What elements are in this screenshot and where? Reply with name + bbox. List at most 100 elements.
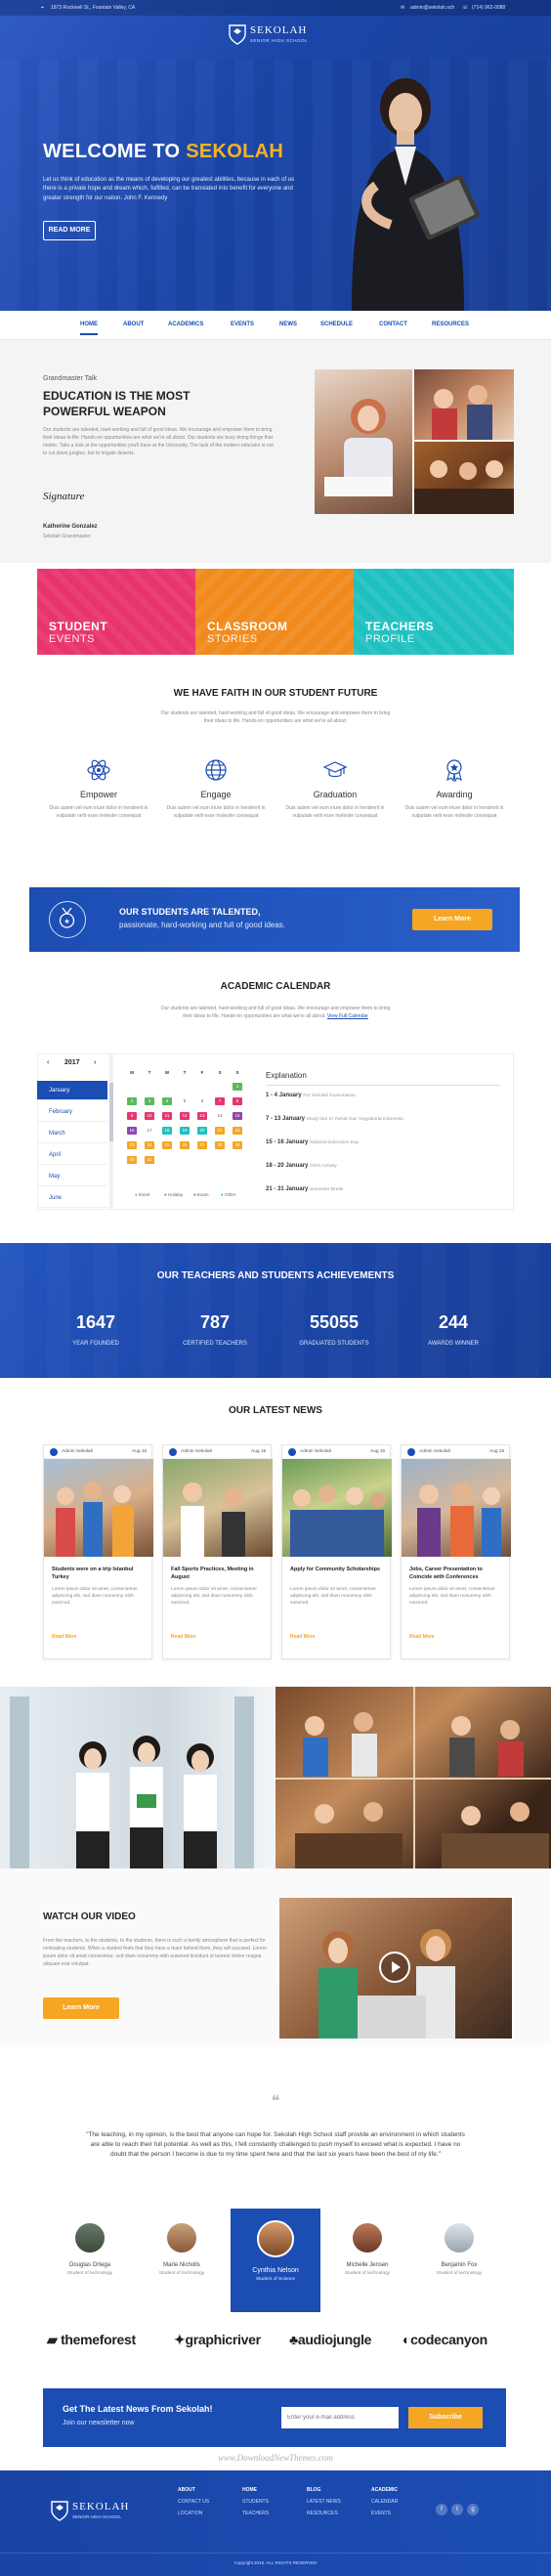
news-image[interactable] bbox=[44, 1459, 153, 1557]
footer-link[interactable]: STUDENTS bbox=[242, 2496, 269, 2508]
partner-logo-themeforest[interactable]: ▰ themeforest bbox=[47, 2332, 136, 2348]
next-year-arrow-icon[interactable]: › bbox=[94, 1059, 96, 1066]
school-shield-logo[interactable] bbox=[229, 23, 246, 45]
partner-logo-graphicriver[interactable]: ✦graphicriver bbox=[174, 2332, 261, 2348]
calendar-day[interactable]: 1 bbox=[233, 1083, 242, 1091]
tile-student-events[interactable]: STUDENT EVENTS bbox=[37, 569, 195, 655]
testimonial-person[interactable]: Marie Nicholls Student of technology bbox=[139, 2223, 225, 2276]
newsletter-email-input[interactable] bbox=[281, 2407, 399, 2428]
calendar-day[interactable]: 19 bbox=[180, 1127, 190, 1135]
calendar-day[interactable]: 14 bbox=[215, 1112, 225, 1120]
calendar-day[interactable]: 3 bbox=[145, 1097, 154, 1105]
partner-logo-audiojungle[interactable]: ♣audiojungle bbox=[289, 2332, 371, 2347]
subscribe-button[interactable]: Subscribe bbox=[408, 2407, 483, 2428]
footer-link[interactable]: EVENTS bbox=[371, 2508, 398, 2519]
testimonial-person[interactable]: Douglas Ortega Student of technology bbox=[47, 2223, 133, 2276]
partner-logo-codecanyon[interactable]: ◐codecanyon bbox=[403, 2332, 487, 2347]
calendar-day[interactable]: 22 bbox=[233, 1127, 242, 1135]
nav-events[interactable]: EVENTS bbox=[231, 322, 254, 327]
footer-link[interactable]: RESOURCES bbox=[307, 2508, 341, 2519]
news-card[interactable]: Admin Sekolah Aug 15 Apply for Community … bbox=[281, 1444, 392, 1659]
testimonial-person-active[interactable]: Cynthia Nelson Student of Science bbox=[233, 2220, 318, 2282]
facebook-icon[interactable]: f bbox=[436, 2504, 447, 2515]
footer-link[interactable]: TEACHERS bbox=[242, 2508, 269, 2519]
month-march[interactable]: March bbox=[37, 1124, 107, 1143]
calendar-day[interactable]: 29 bbox=[233, 1141, 242, 1149]
news-card-title[interactable]: Fall Sports Practices, Meeting in August bbox=[171, 1567, 265, 1581]
news-card-title[interactable]: Students were on a trip Istanbul Turkey bbox=[52, 1567, 146, 1581]
calendar-day[interactable]: 31 bbox=[145, 1156, 154, 1164]
footer-link[interactable]: CONTACT US bbox=[178, 2496, 209, 2508]
news-card[interactable]: Admin Sekolah Aug 15 Students were on a t… bbox=[43, 1444, 153, 1659]
month-april[interactable]: April bbox=[37, 1145, 107, 1165]
calendar-day[interactable]: 21 bbox=[215, 1127, 225, 1135]
nav-schedule[interactable]: SCHEDULE bbox=[320, 322, 353, 327]
calendar-day[interactable]: 13 bbox=[197, 1112, 207, 1120]
footer-col-heading[interactable]: HOME bbox=[242, 2484, 269, 2496]
testimonial-person[interactable]: Benjamin Fox Student of technology bbox=[416, 2223, 502, 2276]
nav-about[interactable]: ABOUT bbox=[123, 322, 144, 327]
month-january[interactable]: January bbox=[37, 1081, 107, 1100]
phone-text[interactable]: (714) 962-0088 bbox=[472, 5, 505, 11]
prev-year-arrow-icon[interactable]: ‹ bbox=[47, 1059, 49, 1066]
news-card[interactable]: Admin Sekolah Aug 15 Fall Sports Practice… bbox=[162, 1444, 273, 1659]
twitter-icon[interactable]: t bbox=[451, 2504, 463, 2515]
nav-academics[interactable]: ACADEMICS bbox=[168, 322, 203, 327]
calendar-day[interactable]: 15 bbox=[233, 1112, 242, 1120]
calendar-day[interactable]: 6 bbox=[197, 1097, 207, 1105]
calendar-day[interactable]: 7 bbox=[215, 1097, 225, 1105]
calendar-day[interactable]: 26 bbox=[180, 1141, 190, 1149]
footer-col-heading[interactable]: BLOG bbox=[307, 2484, 341, 2496]
read-more-button[interactable]: READ MORE bbox=[43, 221, 96, 240]
calendar-day[interactable]: 5 bbox=[180, 1097, 190, 1105]
read-more-link[interactable]: Read More bbox=[290, 1634, 316, 1640]
read-more-link[interactable]: Read More bbox=[171, 1634, 196, 1640]
news-image[interactable] bbox=[282, 1459, 392, 1557]
tile-teachers-profile[interactable]: TEACHERS PROFILE bbox=[354, 569, 514, 655]
footer-link[interactable]: LATEST NEWS bbox=[307, 2496, 341, 2508]
footer-col-heading[interactable]: ACADEMIC bbox=[371, 2484, 398, 2496]
calendar-day[interactable]: 2 bbox=[127, 1097, 137, 1105]
month-june[interactable]: June bbox=[37, 1188, 107, 1208]
calendar-day[interactable]: 23 bbox=[127, 1141, 137, 1149]
calendar-day[interactable]: 11 bbox=[162, 1112, 172, 1120]
footer-link[interactable]: LOCATION bbox=[178, 2508, 209, 2519]
calendar-day[interactable]: 4 bbox=[162, 1097, 172, 1105]
email-text[interactable]: admin@sekolah.sch bbox=[410, 5, 454, 11]
calendar-day[interactable]: 18 bbox=[162, 1127, 172, 1135]
footer-link[interactable]: CALENDAR bbox=[371, 2496, 398, 2508]
calendar-day[interactable]: 17 bbox=[145, 1127, 154, 1135]
calendar-day[interactable]: 24 bbox=[145, 1141, 154, 1149]
read-more-link[interactable]: Read More bbox=[52, 1634, 77, 1640]
calendar-day[interactable]: 27 bbox=[197, 1141, 207, 1149]
calendar-day[interactable]: 25 bbox=[162, 1141, 172, 1149]
calendar-day[interactable]: 30 bbox=[127, 1156, 137, 1164]
month-february[interactable]: February bbox=[37, 1102, 107, 1122]
view-full-calendar-link[interactable]: View Full Calendar bbox=[327, 1013, 368, 1019]
nav-home[interactable]: HOME bbox=[80, 322, 98, 335]
google-plus-icon[interactable]: g bbox=[467, 2504, 479, 2515]
news-image[interactable] bbox=[163, 1459, 273, 1557]
read-more-link[interactable]: Read More bbox=[409, 1634, 435, 1640]
video-thumbnail[interactable] bbox=[279, 1898, 512, 2039]
learn-more-button[interactable]: Learn More bbox=[412, 909, 492, 930]
calendar-day[interactable]: 12 bbox=[180, 1112, 190, 1120]
tile-classroom-stories[interactable]: CLASSROOM STORIES bbox=[195, 569, 354, 655]
footer-col-heading[interactable]: ABOUT bbox=[178, 2484, 209, 2496]
nav-resources[interactable]: RESOURCES bbox=[432, 322, 469, 327]
play-button-icon[interactable] bbox=[379, 1952, 410, 1983]
news-card-title[interactable]: Apply for Community Scholarships bbox=[290, 1567, 384, 1574]
news-image[interactable] bbox=[402, 1459, 511, 1557]
calendar-day[interactable]: 10 bbox=[145, 1112, 154, 1120]
months-scrollbar[interactable] bbox=[109, 1053, 113, 1210]
footer-shield-logo[interactable] bbox=[51, 2500, 68, 2521]
month-may[interactable]: May bbox=[37, 1167, 107, 1186]
calendar-day[interactable]: 8 bbox=[233, 1097, 242, 1105]
calendar-day[interactable]: 16 bbox=[127, 1127, 137, 1135]
calendar-day[interactable]: 20 bbox=[197, 1127, 207, 1135]
nav-news[interactable]: NEWS bbox=[279, 322, 297, 327]
news-card-title[interactable]: Jobs, Career Presentation to Coincide wi… bbox=[409, 1567, 503, 1581]
nav-contact[interactable]: CONTACT bbox=[379, 322, 407, 327]
video-learn-more-button[interactable]: Learn More bbox=[43, 1997, 119, 2019]
calendar-day[interactable]: 28 bbox=[215, 1141, 225, 1149]
